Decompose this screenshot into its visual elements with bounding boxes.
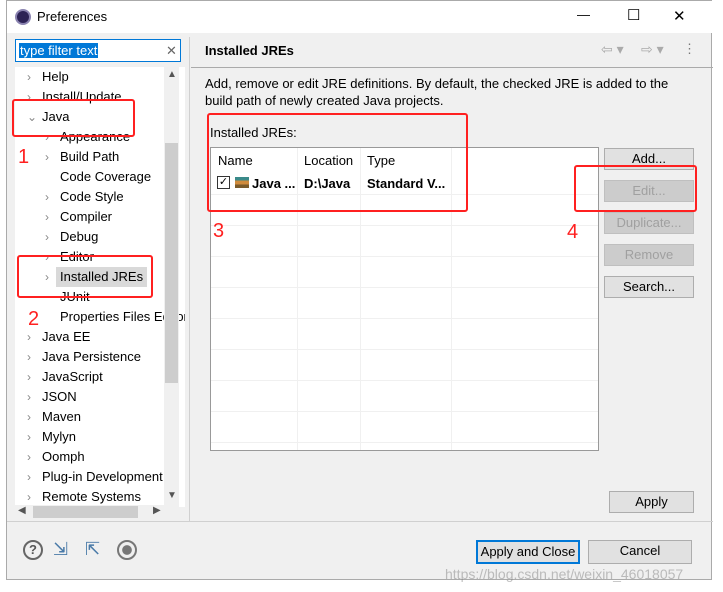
chevron-right-icon[interactable]: › xyxy=(27,427,31,447)
tree-item-label: Help xyxy=(42,69,69,84)
eclipse-logo-icon xyxy=(15,9,31,25)
scroll-down-icon[interactable]: ▼ xyxy=(167,490,177,501)
chevron-right-icon[interactable]: › xyxy=(27,387,31,407)
duplicate-button[interactable]: Duplicate... xyxy=(604,212,694,234)
annotation-box-4 xyxy=(574,165,697,212)
annotation-box-1 xyxy=(12,99,135,137)
chevron-right-icon[interactable]: › xyxy=(45,147,49,167)
divider xyxy=(7,521,713,522)
tree-item[interactable]: › JavaScript xyxy=(15,367,185,387)
annotation-box-2 xyxy=(17,255,153,298)
annotation-number-4: 4 xyxy=(567,221,579,243)
tree-item-label: Compiler xyxy=(60,209,113,224)
tree-item-label: Remote Systems xyxy=(42,489,141,504)
annotation-number-1: 1 xyxy=(18,146,30,168)
tree-item[interactable]: › Remote Systems xyxy=(15,487,185,507)
tree-item-label: Oomph xyxy=(42,449,85,464)
chevron-right-icon[interactable]: › xyxy=(27,447,31,467)
scrollbar-thumb[interactable] xyxy=(33,506,138,518)
import-icon[interactable]: ⇲ xyxy=(53,539,68,560)
tree-item[interactable]: › Oomph xyxy=(15,447,185,467)
tree-item[interactable]: › JSON xyxy=(15,387,185,407)
tree-item-label: Code Coverage xyxy=(60,169,152,184)
title-bar: Preferences — ☐ ✕ xyxy=(7,1,713,33)
tree-item[interactable]: › Maven xyxy=(15,407,185,427)
chevron-right-icon[interactable]: › xyxy=(45,207,49,227)
tree-item-label: JSON xyxy=(42,389,77,404)
tree-item-label: JavaScript xyxy=(42,369,103,384)
chevron-right-icon[interactable]: › xyxy=(27,487,31,507)
cancel-button[interactable]: Cancel xyxy=(588,540,692,564)
forward-icon[interactable]: ⇨ ▾ xyxy=(641,41,664,58)
remove-button[interactable]: Remove xyxy=(604,244,694,266)
filter-input[interactable]: type filter text ✕ xyxy=(15,39,181,62)
divider xyxy=(189,37,190,521)
tree-item[interactable]: › Build Path xyxy=(15,147,185,167)
tree-item[interactable]: › Help xyxy=(15,67,185,87)
tree-horizontal-scrollbar[interactable]: ◀ ▶ xyxy=(15,505,165,519)
back-icon[interactable]: ⇦ ▾ xyxy=(601,41,624,58)
more-menu-icon[interactable]: ⋮ xyxy=(683,41,696,57)
tree-item-label: Java EE xyxy=(42,329,91,344)
divider xyxy=(191,67,713,68)
chevron-right-icon[interactable]: › xyxy=(27,467,31,487)
export-icon[interactable]: ⇱ xyxy=(85,539,100,560)
chevron-right-icon[interactable]: › xyxy=(27,347,31,367)
help-icon[interactable]: ? xyxy=(23,540,43,560)
tree-item-label: Debug xyxy=(60,229,99,244)
tree-item-label: Code Style xyxy=(60,189,124,204)
tree-vertical-scrollbar[interactable]: ▲ ▼ xyxy=(164,67,179,507)
tree-item-label: Maven xyxy=(42,409,82,424)
annotation-box-3 xyxy=(207,113,468,212)
tree-item[interactable]: › Mylyn xyxy=(15,427,185,447)
chevron-right-icon[interactable]: › xyxy=(45,187,49,207)
minimize-button[interactable]: — xyxy=(577,7,590,22)
scroll-left-icon[interactable]: ◀ xyxy=(18,505,26,516)
scroll-right-icon[interactable]: ▶ xyxy=(153,505,161,516)
page-title: Installed JREs xyxy=(205,43,294,58)
tree-item[interactable]: › Plug-in Development xyxy=(15,467,185,487)
apply-and-close-button[interactable]: Apply and Close xyxy=(476,540,580,564)
window-title: Preferences xyxy=(37,9,108,24)
tree-item[interactable]: Code Coverage xyxy=(15,167,185,187)
record-icon[interactable] xyxy=(117,540,137,560)
tree-item-label: Java Persistence xyxy=(42,349,141,364)
tree-item-label: Mylyn xyxy=(42,429,76,444)
clear-filter-icon[interactable]: ✕ xyxy=(166,43,177,59)
chevron-right-icon[interactable]: › xyxy=(27,407,31,427)
tree-item-label: Build Path xyxy=(60,149,120,164)
tree-item[interactable]: › Java Persistence xyxy=(15,347,185,367)
tree-item[interactable]: › Debug xyxy=(15,227,185,247)
maximize-button[interactable]: ☐ xyxy=(627,6,640,24)
tree-item[interactable]: Properties Files Editor xyxy=(15,307,185,327)
scroll-up-icon[interactable]: ▲ xyxy=(167,69,177,80)
chevron-right-icon[interactable]: › xyxy=(27,67,31,87)
tree-item[interactable]: › Code Style xyxy=(15,187,185,207)
annotation-number-3: 3 xyxy=(213,220,225,242)
page-description: Add, remove or edit JRE definitions. By … xyxy=(205,76,669,108)
chevron-right-icon[interactable]: › xyxy=(27,367,31,387)
annotation-number-2: 2 xyxy=(28,308,40,330)
search-button[interactable]: Search... xyxy=(604,276,694,298)
close-button[interactable]: ✕ xyxy=(673,7,686,25)
tree-item-label: Plug-in Development xyxy=(42,469,163,484)
tree-item[interactable]: › Compiler xyxy=(15,207,185,227)
scrollbar-thumb[interactable] xyxy=(165,143,178,383)
apply-button[interactable]: Apply xyxy=(609,491,694,513)
chevron-right-icon[interactable]: › xyxy=(45,227,49,247)
tree-item[interactable]: › Java EE xyxy=(15,327,185,347)
watermark: https://blog.csdn.net/weixin_46018057 xyxy=(445,566,684,582)
